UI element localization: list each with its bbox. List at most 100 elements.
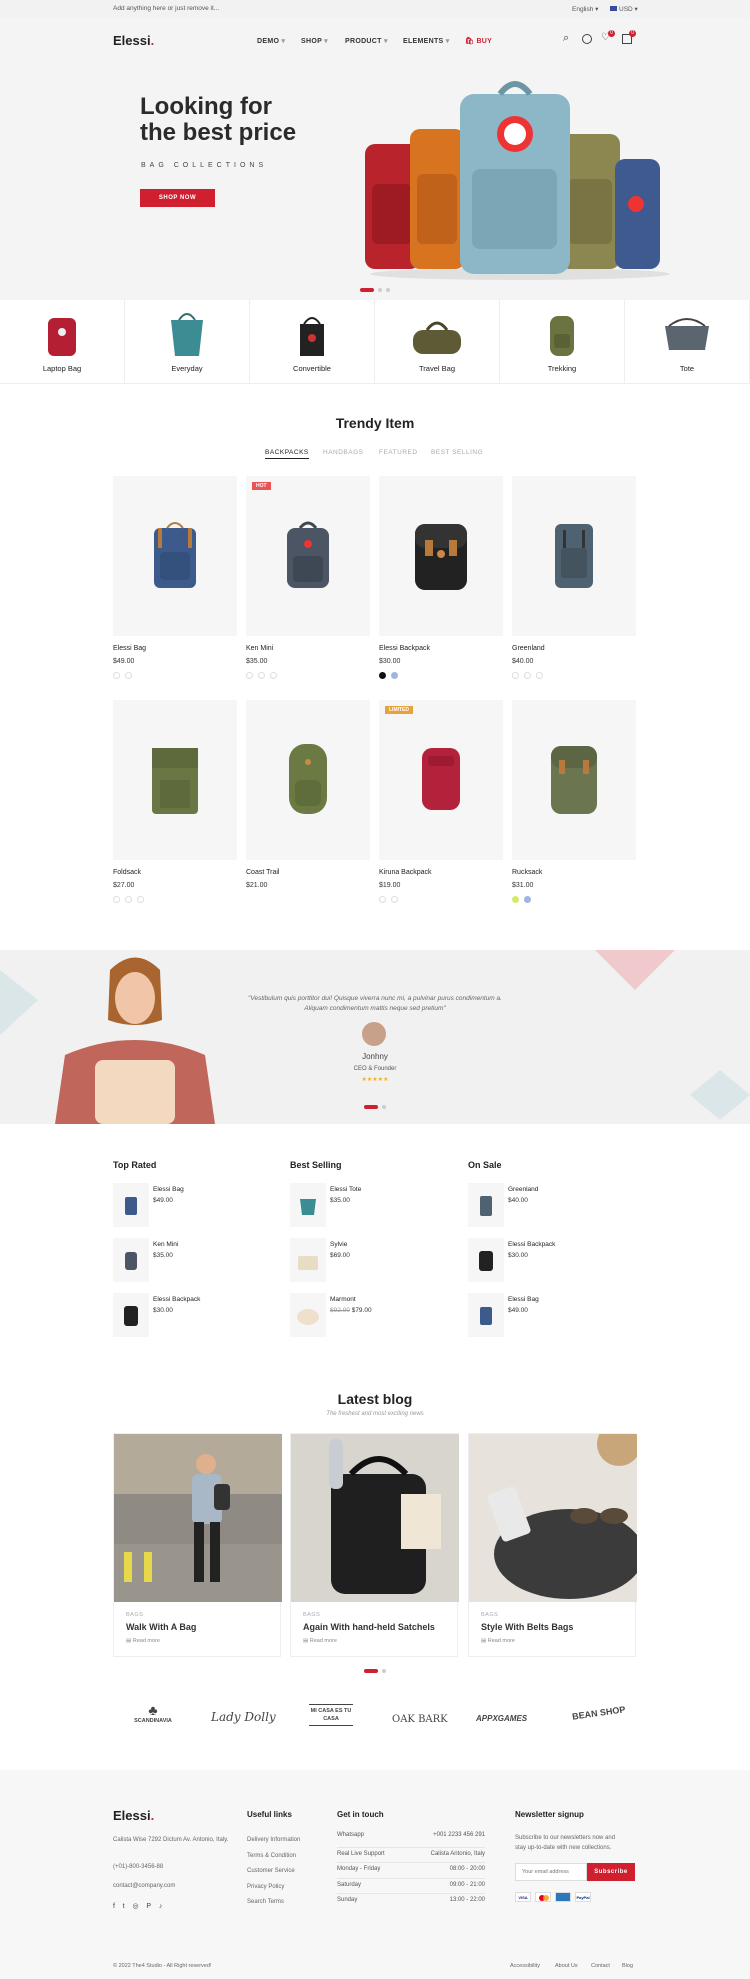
product-card-image[interactable] <box>379 476 503 636</box>
nav-demo[interactable]: DEMO ▾ <box>257 37 285 45</box>
slider-dot-active[interactable] <box>360 288 374 292</box>
footer-bottom-link[interactable]: Contact <box>591 1963 610 1969</box>
list-item-thumb[interactable] <box>290 1238 326 1282</box>
blog-category[interactable]: BAGS <box>481 1612 498 1618</box>
tiktok-icon[interactable]: ♪ <box>159 1903 163 1910</box>
footer-bottom-link[interactable]: About Us <box>555 1963 578 1969</box>
footer-link[interactable]: Delivery Information <box>247 1837 300 1843</box>
product-card-image[interactable] <box>113 476 237 636</box>
product-card-image[interactable] <box>512 700 636 860</box>
slider-dot[interactable] <box>386 288 390 292</box>
color-swatch[interactable] <box>524 672 531 679</box>
read-more-link[interactable]: ▤ Read more <box>481 1638 515 1644</box>
newsletter-email-input[interactable] <box>515 1863 587 1881</box>
brand-logo-appxgames[interactable]: APPXGAMES <box>476 1714 527 1723</box>
product-card-image[interactable] <box>512 476 636 636</box>
color-swatch[interactable] <box>113 672 120 679</box>
facebook-icon[interactable]: f <box>113 1903 115 1910</box>
list-item-thumb[interactable] <box>113 1238 149 1282</box>
color-swatch[interactable] <box>113 896 120 903</box>
list-item-name[interactable]: Elessi Bag <box>508 1296 539 1303</box>
color-swatch[interactable] <box>246 672 253 679</box>
list-item-name[interactable]: Elessi Tote <box>330 1186 361 1193</box>
list-item-thumb[interactable] <box>290 1293 326 1337</box>
pinterest-icon[interactable]: P <box>146 1903 151 1910</box>
tab-featured[interactable]: FEATURED <box>379 449 418 456</box>
nav-elements[interactable]: ELEMENTS ▾ <box>403 37 450 45</box>
product-card-image[interactable]: HOT <box>246 476 370 636</box>
tab-handbags[interactable]: HANDBAGS <box>323 449 363 456</box>
category-everyday[interactable]: Everyday <box>125 300 250 384</box>
slider-dot[interactable] <box>382 1105 386 1109</box>
category-laptop-bag[interactable]: Laptop Bag <box>0 300 125 384</box>
color-swatch[interactable] <box>391 672 398 679</box>
product-name[interactable]: Greenland <box>512 645 545 652</box>
product-name[interactable]: Rucksack <box>512 869 542 876</box>
list-item-thumb[interactable] <box>468 1238 504 1282</box>
blog-card[interactable]: BAGS Walk With A Bag ▤ Read more <box>113 1433 282 1657</box>
shop-now-button[interactable]: SHOP NOW <box>140 189 215 207</box>
read-more-link[interactable]: ▤ Read more <box>126 1638 160 1644</box>
list-item-name[interactable]: Elessi Backpack <box>508 1241 555 1248</box>
list-item-thumb[interactable] <box>113 1183 149 1227</box>
user-icon[interactable] <box>582 34 592 44</box>
list-item-name[interactable]: Elessi Bag <box>153 1186 184 1193</box>
product-name[interactable]: Ken Mini <box>246 645 273 652</box>
brand-logo-lady-dolly[interactable]: Lady Dolly <box>211 1710 276 1724</box>
list-item-name[interactable]: Elessi Backpack <box>153 1296 200 1303</box>
category-travel-bag[interactable]: Travel Bag <box>375 300 500 384</box>
color-swatch[interactable] <box>512 672 519 679</box>
color-swatch[interactable] <box>512 896 519 903</box>
nav-product[interactable]: PRODUCT ▾ <box>345 37 388 45</box>
search-icon[interactable]: ⌕ <box>563 32 569 45</box>
brand-logo-scandinavia[interactable]: ♣ SCANDINAVIA <box>128 1702 178 1724</box>
category-trekking[interactable]: Trekking <box>500 300 625 384</box>
blog-card[interactable]: BAGS Again With hand-held Satchels ▤ Rea… <box>290 1433 459 1657</box>
blog-post-title[interactable]: Style With Belts Bags <box>481 1622 573 1632</box>
category-convertible[interactable]: Convertible <box>250 300 375 384</box>
read-more-link[interactable]: ▤ Read more <box>303 1638 337 1644</box>
product-card-image[interactable]: LIMITED <box>379 700 503 860</box>
blog-category[interactable]: BAGS <box>303 1612 320 1618</box>
slider-dot[interactable] <box>378 288 382 292</box>
slider-dot[interactable] <box>382 1669 386 1673</box>
list-item-name[interactable]: Ken Mini <box>153 1241 178 1248</box>
brand-logo-mi-casa[interactable]: MI CASA ES TU CASA <box>309 1704 353 1726</box>
currency-select[interactable]: USD ▾ <box>610 5 638 13</box>
footer-link[interactable]: Terms & Condition <box>247 1853 296 1859</box>
product-name[interactable]: Elessi Backpack <box>379 645 430 652</box>
footer-email[interactable]: contact@company.com <box>113 1883 175 1889</box>
color-swatch[interactable] <box>258 672 265 679</box>
product-card-image[interactable] <box>246 700 370 860</box>
footer-bottom-link[interactable]: Accessibility <box>510 1963 540 1969</box>
color-swatch[interactable] <box>524 896 531 903</box>
color-swatch[interactable] <box>379 672 386 679</box>
blog-post-title[interactable]: Walk With A Bag <box>126 1622 196 1632</box>
color-swatch[interactable] <box>270 672 277 679</box>
color-swatch[interactable] <box>391 896 398 903</box>
product-name[interactable]: Elessi Bag <box>113 645 146 652</box>
footer-logo[interactable]: Elessi. <box>113 1808 154 1823</box>
instagram-icon[interactable]: ◎ <box>132 1903 138 1910</box>
logo[interactable]: Elessi. <box>113 33 154 48</box>
color-swatch[interactable] <box>125 896 132 903</box>
twitter-icon[interactable]: t <box>123 1903 125 1910</box>
list-item-name[interactable]: Marmont <box>330 1296 356 1303</box>
footer-phone[interactable]: (+01)-800-3456-88 <box>113 1864 163 1870</box>
color-swatch[interactable] <box>379 896 386 903</box>
color-swatch[interactable] <box>536 672 543 679</box>
language-select[interactable]: English ▾ <box>572 5 598 13</box>
list-item-thumb[interactable] <box>468 1183 504 1227</box>
slider-dot-active[interactable] <box>364 1669 378 1673</box>
blog-post-title[interactable]: Again With hand-held Satchels <box>303 1622 435 1632</box>
footer-bottom-link[interactable]: Blog <box>622 1963 633 1969</box>
nav-buy[interactable]: 🛍 BUY <box>465 37 492 45</box>
subscribe-button[interactable]: Subscribe <box>587 1863 635 1881</box>
brand-logo-bean-shop[interactable]: BEAN SHOP <box>572 1704 626 1721</box>
product-name[interactable]: Foldsack <box>113 869 141 876</box>
footer-link[interactable]: Search Terms <box>247 1899 284 1905</box>
list-item-thumb[interactable] <box>113 1293 149 1337</box>
nav-shop[interactable]: SHOP ▾ <box>301 37 328 45</box>
list-item-name[interactable]: Greenland <box>508 1186 538 1193</box>
list-item-thumb[interactable] <box>468 1293 504 1337</box>
